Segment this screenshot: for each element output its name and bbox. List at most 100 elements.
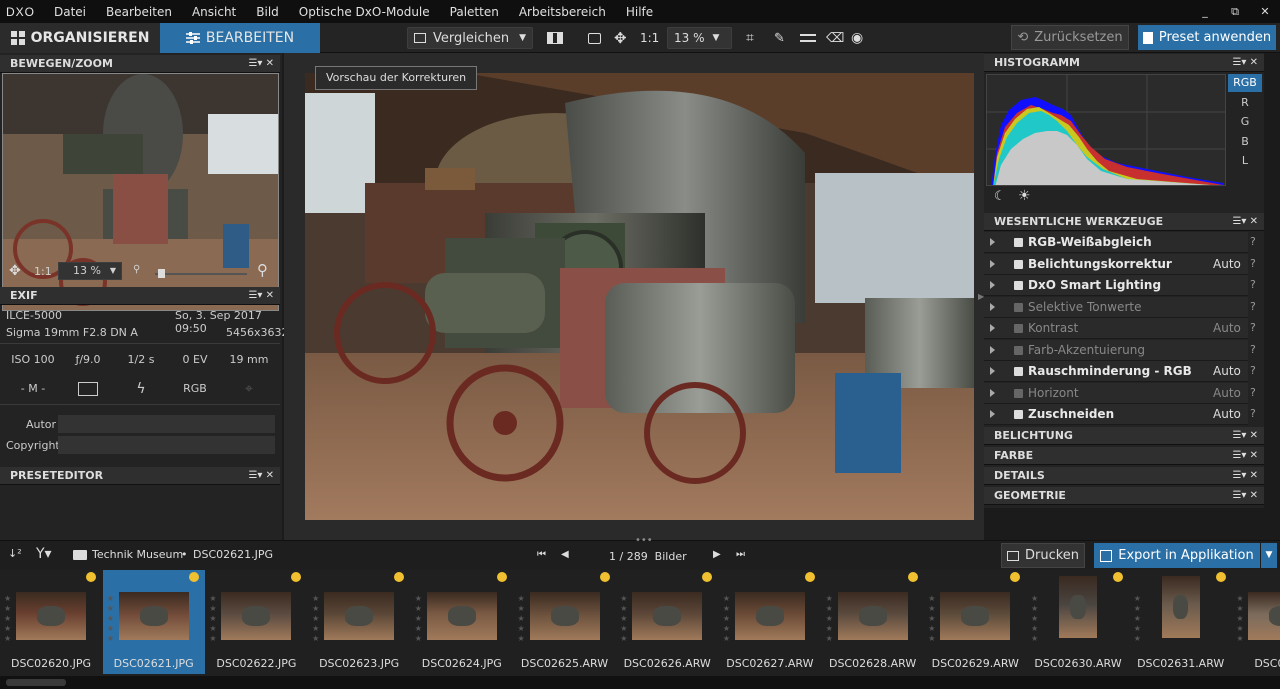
menu-hilfe[interactable]: Hilfe (616, 5, 663, 19)
tool-enable-checkbox[interactable] (1014, 367, 1023, 376)
tool-row[interactable]: Selektive Tonwerte? (984, 296, 1256, 318)
zoom-slider[interactable] (155, 273, 247, 275)
expand-arrow-icon[interactable] (990, 410, 995, 418)
expand-arrow-icon[interactable] (990, 345, 995, 354)
print-button[interactable]: Drucken (1001, 543, 1085, 568)
filmstrip-item[interactable]: ★★★★★ DSC02632 (1232, 570, 1280, 674)
preview-toggle-button[interactable]: ◉ (851, 27, 863, 49)
panel-controls[interactable]: ☰▾ ✕ (248, 55, 274, 73)
rating-stars[interactable]: ★ ★ ★ ★ ★ (1134, 594, 1142, 644)
rating-stars[interactable]: ★ ★ ★ ★ ★ (928, 594, 936, 644)
restore-button[interactable]: ⧉ (1220, 0, 1250, 23)
menu-bild[interactable]: Bild (246, 5, 289, 19)
help-icon[interactable]: ? (1250, 407, 1256, 420)
filmstrip-item[interactable]: ★ ★ ★ ★ ★ DSC02628.ARW (822, 570, 924, 674)
channel-rgb[interactable]: RGB (1228, 74, 1262, 92)
panel-title-color[interactable]: FARBE ☰▾ ✕ (984, 447, 1264, 465)
help-icon[interactable]: ? (1250, 278, 1256, 291)
expand-arrow-icon[interactable] (990, 324, 995, 332)
panel-controls[interactable]: ☰▾ ✕ (1232, 427, 1258, 445)
help-icon[interactable]: ? (1250, 364, 1256, 377)
panel-controls[interactable]: ☰▾ ✕ (1232, 54, 1258, 72)
tab-edit[interactable]: BEARBEITEN (160, 23, 320, 53)
nav-zoom-select[interactable]: 13 % ▼ (58, 262, 122, 280)
help-icon[interactable]: ? (1250, 235, 1256, 248)
tool-row[interactable]: Rauschminderung - RGB Auto? (984, 361, 1256, 382)
help-icon[interactable]: ? (1250, 300, 1256, 313)
help-icon[interactable]: ? (1250, 321, 1256, 334)
tool-row[interactable]: DxO Smart Lighting? (984, 275, 1256, 296)
menu-datei[interactable]: Datei (44, 5, 96, 19)
rating-stars[interactable]: ★ ★ ★ ★ ★ (1031, 594, 1039, 644)
prev-image-icon[interactable]: ◀ (561, 549, 569, 560)
tool-enable-checkbox[interactable] (1014, 324, 1023, 333)
filmstrip-item[interactable]: ★ ★ ★ ★ ★ DSC02630.ARW (1027, 570, 1129, 674)
tool-row[interactable]: RGB-Weißabgleich? (984, 232, 1256, 253)
tool-enable-checkbox[interactable] (1014, 302, 1023, 312)
crop-tool-button[interactable]: ⌗ (746, 27, 754, 49)
tool-row[interactable]: Kontrast Auto? (984, 318, 1256, 339)
tool-row[interactable]: Farb-Akzentuierung? (984, 339, 1256, 361)
scrollbar-thumb[interactable] (6, 679, 66, 686)
rating-stars[interactable]: ★ ★ ★ ★ ★ (518, 594, 526, 644)
channel-r[interactable]: R (1228, 94, 1262, 112)
tool-enable-checkbox[interactable] (1014, 259, 1023, 269)
filmstrip-item[interactable]: ★ ★ ★ ★ ★ DSC02626.ARW (616, 570, 718, 674)
filter-icon[interactable]: Y▾ (36, 546, 52, 562)
panel-title-details[interactable]: DETAILS ☰▾ ✕ (984, 467, 1264, 485)
rating-stars[interactable]: ★ ★ ★ ★ ★ (4, 594, 12, 644)
panel-controls[interactable]: ☰▾ ✕ (1232, 447, 1258, 465)
panel-controls[interactable]: ☰▾ ✕ (1232, 487, 1258, 505)
tool-enable-checkbox[interactable] (1014, 345, 1023, 355)
filmstrip-item[interactable]: ★ ★ ★ ★ ★ DSC02627.ARW (719, 570, 821, 674)
nav-one-to-one[interactable]: 1:1 (34, 265, 52, 278)
filmstrip-item[interactable]: ★ ★ ★ ★ ★ DSC02631.ARW (1130, 570, 1232, 674)
move-icon[interactable]: ✥ (9, 263, 21, 279)
rating-stars[interactable]: ★ ★ ★ ★ ★ (826, 594, 834, 644)
main-photo[interactable] (305, 73, 974, 520)
moon-icon[interactable]: ☾ (994, 189, 1006, 204)
panel-controls[interactable]: ☰▾ ✕ (248, 287, 274, 305)
panel-title-exposure[interactable]: BELICHTUNG ☰▾ ✕ (984, 427, 1264, 445)
filmstrip-item[interactable]: ★ ★ ★ ★ ★ DSC02629.ARW (924, 570, 1026, 674)
export-dropdown[interactable]: ▼ (1261, 543, 1277, 568)
compare-button[interactable]: Vergleichen ▼ (407, 27, 533, 49)
tool-enable-checkbox[interactable] (1014, 388, 1023, 398)
fit-button[interactable] (588, 27, 601, 49)
minimize-button[interactable]: _ (1190, 0, 1220, 23)
zoom-select[interactable]: 13 % ▼ (667, 27, 732, 49)
menu-ansicht[interactable]: Ansicht (182, 5, 246, 19)
zoom-one-to-one-button[interactable]: 1:1 (640, 27, 659, 49)
rating-stars[interactable]: ★ ★ ★ ★ ★ (1236, 594, 1244, 644)
horizon-tool-button[interactable] (800, 27, 816, 49)
last-image-icon[interactable]: ⏭ (736, 549, 745, 560)
zoom-slider-handle[interactable] (158, 269, 165, 278)
expand-arrow-icon[interactable] (990, 367, 995, 375)
close-button[interactable]: ✕ (1250, 0, 1280, 23)
channel-b[interactable]: B (1228, 133, 1262, 151)
repair-tool-button[interactable]: ⌫ (826, 27, 844, 49)
filmstrip-item[interactable]: ★ ★ ★ ★ ★ DSC02624.JPG (411, 570, 513, 674)
rating-stars[interactable]: ★ ★ ★ ★ ★ (312, 594, 320, 644)
filmstrip-item[interactable]: ★ ★ ★ ★ ★ DSC02622.JPG (205, 570, 307, 674)
panel-controls[interactable]: ☰▾ ✕ (1232, 467, 1258, 485)
zoom-out-icon[interactable]: ⚲ (133, 264, 140, 275)
resize-handle[interactable]: ••• (635, 535, 653, 546)
export-button[interactable]: Export in Applikation (1094, 543, 1260, 568)
help-icon[interactable]: ? (1250, 343, 1256, 356)
rating-stars[interactable]: ★ ★ ★ ★ ★ (107, 594, 115, 644)
author-field[interactable] (58, 415, 275, 433)
tool-row[interactable]: Horizont Auto? (984, 382, 1256, 404)
panel-controls[interactable]: ☰▾ ✕ (248, 467, 274, 485)
eyedropper-button[interactable]: ✎ (774, 27, 785, 49)
filmstrip-item[interactable]: ★ ★ ★ ★ ★ DSC02620.JPG (0, 570, 102, 674)
channel-l[interactable]: L (1228, 152, 1262, 170)
menu-paletten[interactable]: Paletten (440, 5, 509, 19)
tool-row[interactable]: Zuschneiden Auto? (984, 404, 1256, 425)
menu-optische-module[interactable]: Optische DxO-Module (289, 5, 440, 19)
apply-preset-button[interactable]: Preset anwenden (1138, 25, 1276, 50)
expand-arrow-icon[interactable] (990, 238, 995, 246)
first-image-icon[interactable]: ⏮ (537, 549, 546, 560)
panel-controls[interactable]: ☰▾ ✕ (1232, 213, 1258, 231)
rating-stars[interactable]: ★ ★ ★ ★ ★ (723, 594, 731, 644)
